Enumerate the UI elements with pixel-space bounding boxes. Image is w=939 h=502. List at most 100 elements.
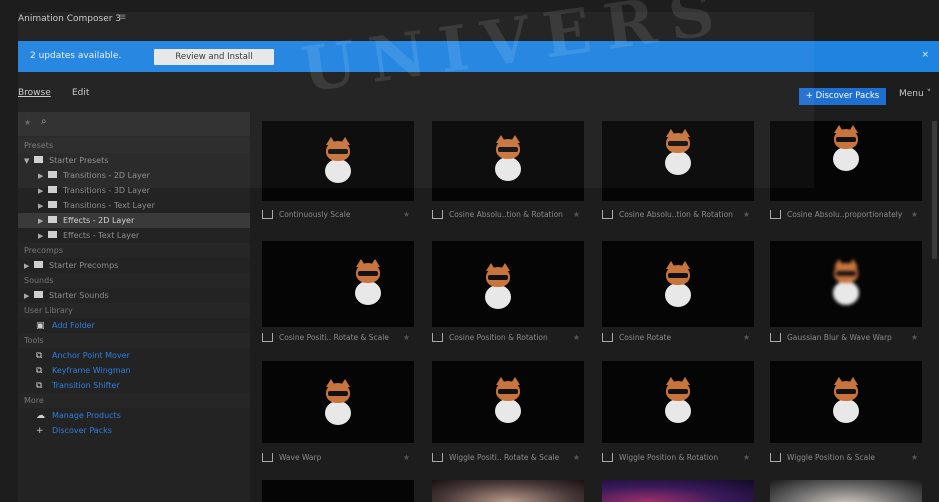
tool-label: Anchor Point Mover xyxy=(52,351,130,360)
close-icon[interactable]: × xyxy=(921,50,929,60)
tree-item-label: Effects - Text Layer xyxy=(63,231,140,240)
preset-icon xyxy=(432,453,443,462)
tree-item-effects-2d[interactable]: ▶ Effects - 2D Layer xyxy=(18,213,250,228)
preset-thumbnail[interactable] xyxy=(432,480,584,502)
tree-item-starter-sounds[interactable]: ▶ Starter Sounds xyxy=(18,288,250,303)
preset-label: Cosine Rotate ★ xyxy=(602,333,754,347)
preset-thumbnail[interactable] xyxy=(432,361,584,443)
preset-name: Wave Warp xyxy=(279,453,322,462)
preset-name: Gaussian Blur & Wave Warp xyxy=(787,333,892,342)
preset-icon xyxy=(262,333,273,342)
preset-thumbnail[interactable] xyxy=(262,480,414,502)
more-label: Discover Packs xyxy=(52,426,112,435)
favorite-star-icon[interactable]: ★ xyxy=(573,453,580,462)
section-sounds: Sounds xyxy=(18,273,250,288)
tool-window-icon: ⧉ xyxy=(36,366,43,376)
preset-icon xyxy=(602,333,613,342)
section-tools: Tools xyxy=(18,333,250,348)
favorite-star-icon[interactable]: ★ xyxy=(403,453,410,462)
favorite-star-icon[interactable]: ★ xyxy=(573,210,580,219)
preset-label: Gaussian Blur & Wave Warp ★ xyxy=(770,333,922,347)
preset-thumbnail[interactable] xyxy=(262,361,414,443)
chevron-right-icon: ▶ xyxy=(24,292,30,300)
preset-icon xyxy=(602,210,613,219)
tree-item-label: Starter Sounds xyxy=(49,291,109,300)
chevron-right-icon: ▶ xyxy=(38,217,44,225)
favorite-star-icon[interactable]: ★ xyxy=(743,333,750,342)
preset-thumbnail[interactable] xyxy=(770,480,922,502)
favorite-star-icon[interactable]: ★ xyxy=(911,210,918,219)
preset-thumbnail[interactable] xyxy=(262,241,414,327)
favorite-star-icon[interactable]: ★ xyxy=(403,333,410,342)
preset-thumbnail[interactable] xyxy=(602,361,754,443)
favorite-star-icon[interactable]: ★ xyxy=(911,453,918,462)
preset-label: Wiggle Position & Rotation ★ xyxy=(602,453,754,467)
preset-label: Wave Warp ★ xyxy=(262,453,414,467)
add-folder-icon: ▣ xyxy=(36,321,45,331)
tree-item-label: Effects - 2D Layer xyxy=(63,216,135,225)
folder-icon xyxy=(48,231,57,238)
preset-thumbnail[interactable] xyxy=(602,241,754,327)
section-precomps: Precomps xyxy=(18,243,250,258)
favorite-star-icon[interactable]: ★ xyxy=(573,333,580,342)
preset-icon xyxy=(262,210,273,219)
preset-icon xyxy=(432,210,443,219)
tool-anchor-point-mover[interactable]: ⧉ Anchor Point Mover xyxy=(18,348,250,363)
preset-name: Continuously Scale xyxy=(279,210,351,219)
tree-item-transitions-text[interactable]: ▶ Transitions - Text Layer xyxy=(18,198,250,213)
add-folder-label: Add Folder xyxy=(52,321,95,330)
favorite-star-icon[interactable]: ★ xyxy=(743,210,750,219)
preset-label: Cosine Absolu..proportionately ★ xyxy=(770,210,922,224)
preset-icon xyxy=(770,333,781,342)
folder-icon xyxy=(48,216,57,223)
mascot-image xyxy=(660,377,696,425)
mascot-image xyxy=(660,261,696,309)
tool-transition-shifter[interactable]: ⧉ Transition Shifter xyxy=(18,378,250,393)
preset-thumbnail[interactable] xyxy=(770,241,922,327)
chevron-right-icon: ▶ xyxy=(38,202,44,210)
discover-packs-link[interactable]: + Discover Packs xyxy=(18,423,250,438)
tree-item-starter-precomps[interactable]: ▶ Starter Precomps xyxy=(18,258,250,273)
chevron-right-icon: ▶ xyxy=(38,232,44,240)
preset-icon xyxy=(262,453,273,462)
more-label: Manage Products xyxy=(52,411,121,420)
folder-icon xyxy=(34,291,43,298)
tool-keyframe-wingman[interactable]: ⧉ Keyframe Wingman xyxy=(18,363,250,378)
preset-thumbnail[interactable] xyxy=(602,480,754,502)
folder-icon xyxy=(34,261,43,268)
add-folder-link[interactable]: ▣ Add Folder xyxy=(18,318,250,333)
preset-thumbnail[interactable] xyxy=(432,241,584,327)
mascot-image xyxy=(828,377,864,425)
preset-label: Cosine Position & Rotation ★ xyxy=(432,333,584,347)
preset-label: Wiggle Position & Scale ★ xyxy=(770,453,922,467)
tool-label: Keyframe Wingman xyxy=(52,366,131,375)
manage-products-link[interactable]: ☁ Manage Products xyxy=(18,408,250,423)
preset-name: Cosine Absolu..tion & Rotation xyxy=(449,210,563,219)
preset-icon xyxy=(770,453,781,462)
preset-name: Cosine Position & Rotation xyxy=(449,333,548,342)
preset-label: Cosine Positi.. Rotate & Scale ★ xyxy=(262,333,414,347)
preset-name: Cosine Positi.. Rotate & Scale xyxy=(279,333,389,342)
menu-button[interactable]: Menu ˅ xyxy=(899,89,931,99)
mascot-image xyxy=(828,125,864,173)
preset-name: Cosine Absolu..tion & Rotation xyxy=(619,210,733,219)
scrollbar[interactable] xyxy=(932,121,937,259)
preset-name: Wiggle Position & Rotation xyxy=(619,453,719,462)
favorite-star-icon[interactable]: ★ xyxy=(911,333,918,342)
preset-label: Continuously Scale ★ xyxy=(262,210,414,224)
tool-window-icon: ⧉ xyxy=(36,381,43,391)
section-user-library: User Library xyxy=(18,303,250,318)
section-more: More xyxy=(18,393,250,408)
preset-icon xyxy=(432,333,443,342)
preset-label: Cosine Absolu..tion & Rotation ★ xyxy=(602,210,754,224)
preset-name: Wiggle Positi.. Rotate & Scale xyxy=(449,453,560,462)
mascot-image xyxy=(320,379,356,427)
folder-icon xyxy=(48,201,57,208)
tree-item-effects-text[interactable]: ▶ Effects - Text Layer xyxy=(18,228,250,243)
mascot-image xyxy=(828,259,864,307)
favorite-star-icon[interactable]: ★ xyxy=(743,453,750,462)
tree-item-label: Starter Precomps xyxy=(49,261,119,270)
tree-item-label: Transitions - Text Layer xyxy=(63,201,155,210)
favorite-star-icon[interactable]: ★ xyxy=(403,210,410,219)
preset-thumbnail[interactable] xyxy=(770,361,922,443)
